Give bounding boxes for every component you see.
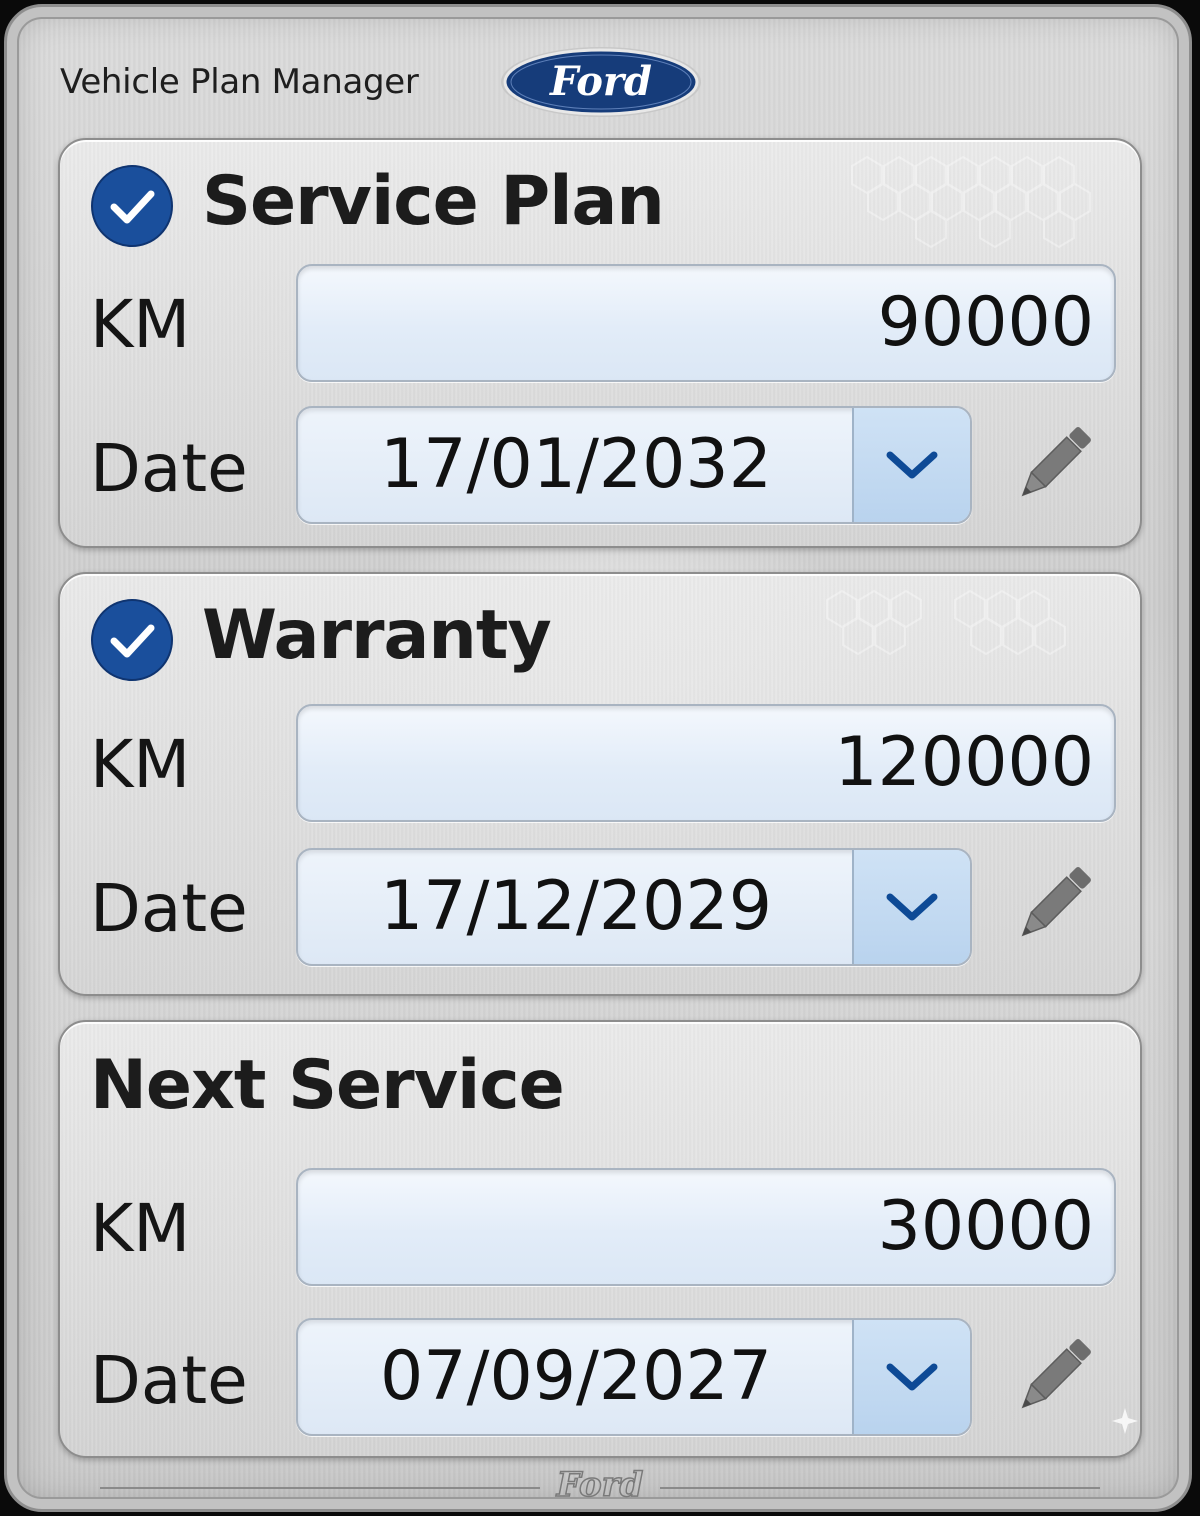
next-service-date-dropdown-button[interactable] xyxy=(852,1320,970,1434)
next-service-card: Next Service KM 30000 Date 07/09/2027 xyxy=(58,1020,1142,1458)
service-plan-km-input[interactable]: 90000 xyxy=(296,264,1116,382)
service-plan-date-dropdown-button[interactable] xyxy=(852,408,970,522)
app-title: Vehicle Plan Manager xyxy=(60,62,419,102)
chevron-down-icon xyxy=(886,893,938,921)
ford-logo-text: Ford xyxy=(549,58,652,105)
sparkle-icon xyxy=(1112,1408,1138,1434)
warranty-date-dropdown-button[interactable] xyxy=(852,850,970,964)
app-header: Vehicle Plan Manager xyxy=(60,44,419,120)
next-service-title: Next Service xyxy=(90,1046,565,1125)
hex-pattern-decoration xyxy=(826,589,1066,656)
next-service-km-input[interactable]: 30000 xyxy=(296,1168,1116,1286)
footer-ford-logo-text: Ford xyxy=(556,1465,644,1505)
service-plan-card: Service Plan KM 90000 Date 17/01/2032 xyxy=(58,138,1142,548)
next-service-date-value: 07/09/2027 xyxy=(380,1337,772,1416)
service-plan-title: Service Plan xyxy=(202,162,665,241)
warranty-date-label: Date xyxy=(90,870,248,947)
warranty-date-select[interactable]: 17/12/2029 xyxy=(296,848,972,966)
service-plan-date-label: Date xyxy=(90,430,248,507)
service-plan-date-value: 17/01/2032 xyxy=(380,425,772,504)
service-plan-date-select[interactable]: 17/01/2032 xyxy=(296,406,972,524)
ford-logo: Ford xyxy=(501,47,701,117)
next-service-km-value: 30000 xyxy=(877,1187,1094,1266)
service-plan-checkbox[interactable] xyxy=(90,164,174,248)
next-service-km-label: KM xyxy=(90,1190,191,1267)
warranty-km-input[interactable]: 120000 xyxy=(296,704,1116,822)
warranty-edit-pencil-icon[interactable] xyxy=(1006,856,1102,952)
next-service-date-select[interactable]: 07/09/2027 xyxy=(296,1318,972,1436)
warranty-checkbox[interactable] xyxy=(90,598,174,682)
warranty-km-value: 120000 xyxy=(834,723,1094,802)
footer-divider-left xyxy=(100,1487,540,1489)
footer-divider-right xyxy=(660,1487,1100,1489)
hex-pattern-decoration xyxy=(851,155,1091,249)
warranty-title: Warranty xyxy=(202,596,552,675)
footer-ford-logo: Ford xyxy=(555,1464,644,1506)
warranty-card: Warranty KM 120000 Date 17/12/2029 xyxy=(58,572,1142,996)
service-plan-edit-pencil-icon[interactable] xyxy=(1006,416,1102,512)
warranty-date-value: 17/12/2029 xyxy=(380,867,772,946)
service-plan-km-label: KM xyxy=(90,286,191,363)
warranty-km-label: KM xyxy=(90,726,191,803)
next-service-edit-pencil-icon[interactable] xyxy=(1006,1328,1102,1424)
chevron-down-icon xyxy=(886,451,938,479)
next-service-date-label: Date xyxy=(90,1342,248,1419)
chevron-down-icon xyxy=(886,1363,938,1391)
service-plan-km-value: 90000 xyxy=(877,283,1094,362)
